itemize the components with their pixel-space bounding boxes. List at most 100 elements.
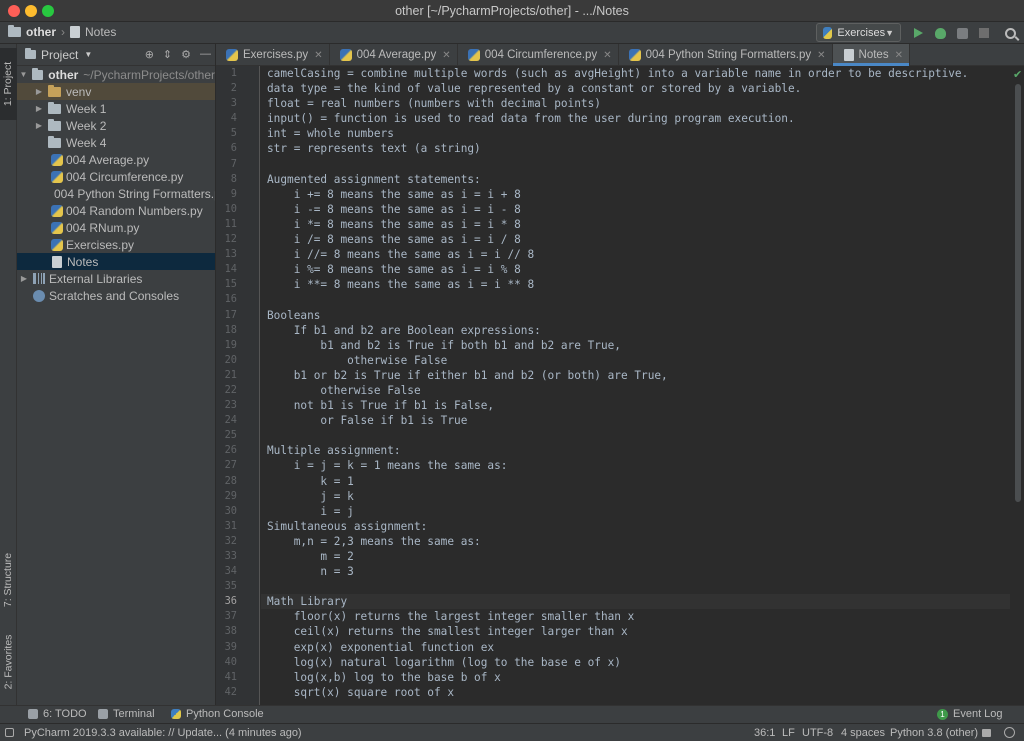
python-interpreter[interactable]: Python 3.8 (other) [890, 727, 978, 739]
search-everywhere-button[interactable] [1002, 25, 1018, 41]
code-line[interactable]: n = 3 [261, 564, 1010, 579]
close-tab-icon[interactable]: ✕ [895, 50, 903, 61]
editor-scrollbar[interactable] [1010, 66, 1024, 705]
run-configuration-select[interactable]: Exercises ▼ [816, 23, 901, 42]
file-encoding[interactable]: UTF-8 [802, 727, 833, 739]
line-separator[interactable]: LF [782, 727, 795, 739]
editor-tab-active[interactable]: Notes ✕ [832, 44, 910, 66]
code-line[interactable]: Booleans [261, 308, 1010, 323]
tree-scratches-and-consoles[interactable]: Scratches and Consoles [17, 287, 215, 304]
hide-tool-windows-icon[interactable] [5, 728, 19, 740]
tab-project-tool[interactable]: 1: Project [0, 48, 17, 120]
code-line[interactable]: Multiple assignment: [261, 443, 1010, 458]
code-line[interactable]: camelCasing = combine multiple words (su… [261, 66, 1010, 81]
collapse-all-icon[interactable]: ⇕ [163, 48, 172, 61]
code-line[interactable]: floor(x) returns the largest integer sma… [261, 609, 1010, 624]
code-line[interactable]: m = 2 [261, 549, 1010, 564]
line-number: 28 [224, 474, 237, 487]
code-line[interactable]: i += 8 means the same as i = i + 8 [261, 187, 1010, 202]
inspection-ok-icon[interactable]: ✔ [1013, 68, 1022, 81]
event-log-tool-button[interactable]: 1 Event Log [937, 708, 1003, 720]
code-line[interactable]: j = k [261, 489, 1010, 504]
code-line[interactable]: If b1 and b2 are Boolean expressions: [261, 323, 1010, 338]
code-line[interactable]: otherwise False [261, 353, 1010, 368]
code-line[interactable]: Math Library [261, 594, 1010, 610]
tree-folder-week-1[interactable]: ▶ Week 1 [17, 100, 215, 117]
code-line[interactable]: m,n = 2,3 means the same as: [261, 534, 1010, 549]
indent-setting[interactable]: 4 spaces [841, 727, 885, 739]
code-line[interactable]: Augmented assignment statements: [261, 172, 1010, 187]
lock-icon[interactable] [982, 728, 991, 740]
tree-folder-week-2[interactable]: ▶ Week 2 [17, 117, 215, 134]
code-line[interactable]: log(x,b) log to the base b of x [261, 670, 1010, 685]
stop-button[interactable] [976, 25, 992, 41]
tree-file[interactable]: 004 RNum.py [17, 219, 215, 236]
code-line[interactable]: i = j = k = 1 means the same as: [261, 458, 1010, 473]
code-line[interactable] [261, 157, 1010, 172]
tree-file[interactable]: 004 Python String Formatters.py [17, 185, 215, 202]
terminal-tool-button[interactable]: Terminal [98, 708, 155, 720]
close-tab-icon[interactable]: ✕ [442, 50, 450, 61]
breadcrumb-project[interactable]: other [26, 25, 56, 39]
caret-position[interactable]: 36:1 [754, 727, 775, 739]
code-line[interactable]: not b1 is True if b1 is False, [261, 398, 1010, 413]
code-line[interactable]: i -= 8 means the same as i = i - 8 [261, 202, 1010, 217]
tree-file-notes[interactable]: Notes [17, 253, 215, 270]
code-line[interactable]: exp(x) exponential function ex [261, 640, 1010, 655]
editor-tab[interactable]: 004 Average.py ✕ [330, 44, 458, 66]
close-tab-icon[interactable]: ✕ [603, 50, 611, 61]
tab-favorites-tool[interactable]: 2: Favorites [0, 626, 17, 698]
hide-panel-icon[interactable]: — [200, 48, 211, 61]
close-tab-icon[interactable]: ✕ [817, 50, 825, 61]
editor-tab[interactable]: 004 Circumference.py ✕ [458, 44, 619, 66]
tree-file[interactable]: Exercises.py [17, 236, 215, 253]
tree-folder-week-4[interactable]: Week 4 [17, 134, 215, 151]
editor-tab[interactable]: 004 Python String Formatters.py ✕ [619, 44, 833, 66]
run-button[interactable] [910, 25, 926, 41]
run-with-coverage-button[interactable] [954, 25, 970, 41]
code-line[interactable]: log(x) natural logarithm (log to the bas… [261, 655, 1010, 670]
code-line[interactable]: input() = function is used to read data … [261, 111, 1010, 126]
tree-file[interactable]: 004 Circumference.py [17, 168, 215, 185]
code-line[interactable]: int = whole numbers [261, 126, 1010, 141]
todo-tool-button[interactable]: 6: TODO [28, 708, 87, 720]
code-line[interactable]: data type = the kind of value represente… [261, 81, 1010, 96]
code-line[interactable]: i **= 8 means the same as i = i ** 8 [261, 277, 1010, 292]
project-view-select[interactable]: Project [41, 48, 78, 62]
tab-structure-tool[interactable]: 7: Structure [0, 540, 17, 620]
gear-icon[interactable]: ⚙ [181, 48, 191, 61]
code-line[interactable]: i %= 8 means the same as i = i % 8 [261, 262, 1010, 277]
code-line[interactable]: otherwise False [261, 383, 1010, 398]
code-line[interactable]: k = 1 [261, 474, 1010, 489]
face-icon[interactable] [1004, 727, 1015, 741]
code-editor[interactable]: camelCasing = combine multiple words (su… [261, 66, 1010, 705]
close-tab-icon[interactable]: ✕ [314, 50, 322, 61]
code-line[interactable]: i //= 8 means the same as i = i // 8 [261, 247, 1010, 262]
tree-file[interactable]: 004 Average.py [17, 151, 215, 168]
tree-root-other[interactable]: ▼ other ~/PycharmProjects/other [17, 66, 215, 83]
code-line[interactable]: Simultaneous assignment: [261, 519, 1010, 534]
code-line[interactable]: b1 or b2 is True if either b1 and b2 (or… [261, 368, 1010, 383]
code-line[interactable]: str = represents text (a string) [261, 141, 1010, 156]
tree-external-libraries[interactable]: ▶ External Libraries [17, 270, 215, 287]
scrollbar-thumb[interactable] [1015, 84, 1021, 502]
code-line[interactable]: float = real numbers (numbers with decim… [261, 96, 1010, 111]
breadcrumb-file[interactable]: Notes [85, 25, 116, 39]
status-message[interactable]: PyCharm 2019.3.3 available: // Update...… [24, 727, 302, 739]
code-line[interactable] [261, 428, 1010, 443]
code-line[interactable] [261, 292, 1010, 307]
python-console-tool-button[interactable]: Python Console [171, 708, 264, 720]
code-line[interactable]: i = j [261, 504, 1010, 519]
code-line[interactable]: i /= 8 means the same as i = i / 8 [261, 232, 1010, 247]
debug-button[interactable] [932, 25, 948, 41]
code-line[interactable]: ceil(x) returns the smallest integer lar… [261, 624, 1010, 639]
tree-folder-venv[interactable]: ▶ venv [17, 83, 215, 100]
locate-icon[interactable]: ⊕ [145, 48, 154, 61]
editor-tab[interactable]: Exercises.py ✕ [216, 44, 330, 66]
code-line[interactable] [261, 579, 1010, 594]
code-line[interactable]: or False if b1 is True [261, 413, 1010, 428]
tree-file[interactable]: 004 Random Numbers.py [17, 202, 215, 219]
code-line[interactable]: i *= 8 means the same as i = i * 8 [261, 217, 1010, 232]
code-line[interactable]: sqrt(x) square root of x [261, 685, 1010, 700]
code-line[interactable]: b1 and b2 is True if both b1 and b2 are … [261, 338, 1010, 353]
